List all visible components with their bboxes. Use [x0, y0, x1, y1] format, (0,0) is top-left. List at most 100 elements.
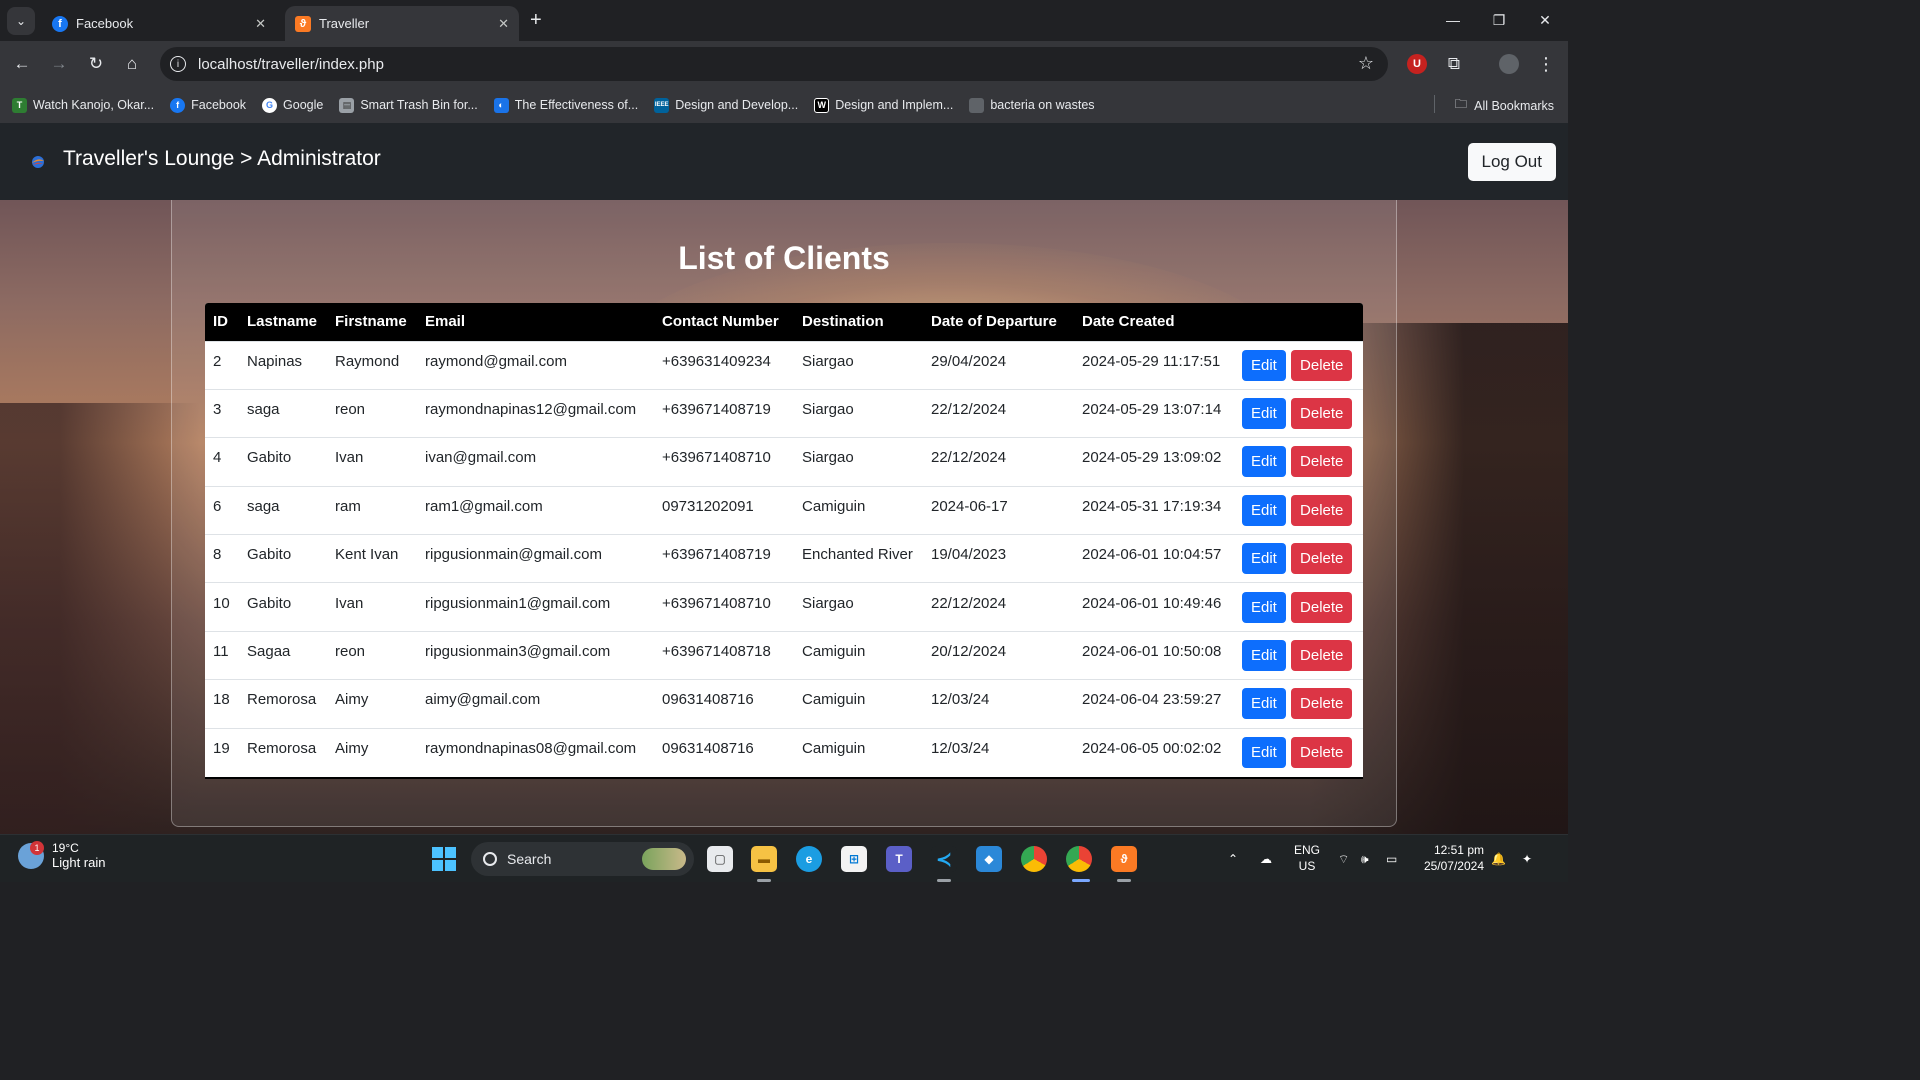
forward-icon[interactable]: → [47, 52, 71, 76]
bookmark-item[interactable]: ▤ Smart Trash Bin for... [339, 97, 478, 113]
cell-created: 2024-05-29 13:07:14 [1074, 388, 1234, 438]
restore-button[interactable]: ❐ [1476, 0, 1522, 40]
bookmark-item[interactable]: IEEE Design and Develop... [654, 97, 798, 113]
close-icon[interactable]: ✕ [255, 16, 266, 32]
edit-button[interactable]: Edit [1242, 640, 1286, 672]
tab-search-button[interactable]: ⌄ [7, 7, 35, 35]
reload-icon[interactable]: ↻ [84, 52, 108, 76]
site-info-icon[interactable]: i [170, 56, 186, 72]
delete-button[interactable]: Delete [1291, 688, 1353, 720]
task-view-icon[interactable]: ▢ [707, 846, 733, 872]
brand-title[interactable]: Traveller's Lounge > Administrator [63, 147, 381, 171]
edit-button[interactable]: Edit [1242, 398, 1286, 430]
logout-button[interactable]: Log Out [1467, 143, 1556, 181]
notification-bell-icon[interactable]: 🔔 [1491, 835, 1506, 883]
bookmark-item[interactable]: T Watch Kanojo, Okar... [12, 97, 154, 113]
delete-button[interactable]: Delete [1291, 640, 1353, 672]
close-window-button[interactable]: ✕ [1522, 0, 1568, 40]
bookmark-item[interactable]: ◐ The Effectiveness of... [493, 97, 638, 113]
edit-button[interactable]: Edit [1242, 591, 1286, 623]
copilot-icon[interactable]: ✦ [1522, 835, 1532, 883]
bookmark-item[interactable]: f Facebook [170, 97, 246, 113]
cell-actions: Edit Delete [1234, 388, 1363, 438]
volume-icon[interactable]: 🕪 [1361, 835, 1369, 883]
app-icon[interactable]: ◆ [976, 846, 1002, 872]
edit-button[interactable]: Edit [1242, 446, 1286, 478]
address-bar[interactable]: i localhost/traveller/index.php ☆ [160, 47, 1388, 81]
cell-actions: Edit Delete [1234, 340, 1363, 390]
email-text: ram1@gmail.com [425, 497, 543, 515]
firstname-text: Raymond [335, 352, 400, 370]
delete-button[interactable]: Delete [1291, 543, 1353, 575]
cloud-rain-icon: 1 [18, 840, 44, 869]
bookmark-label: Smart Trash Bin for... [360, 98, 478, 112]
onedrive-icon[interactable]: ☁ [1260, 835, 1272, 883]
cell-actions: Edit Delete [1234, 437, 1363, 487]
departure-text: 29/04/2024 [931, 352, 1007, 370]
profile-avatar[interactable] [1499, 54, 1519, 74]
departure-text: 22/12/2024 [931, 449, 1007, 467]
edit-button[interactable]: Edit [1242, 688, 1286, 720]
delete-button[interactable]: Delete [1291, 349, 1353, 381]
menu-icon[interactable]: ⋮ [1536, 54, 1556, 74]
system-clock[interactable]: 12:51 pm 25/07/2024 [1424, 842, 1484, 874]
taskbar-search[interactable]: Search [471, 842, 694, 876]
delete-button[interactable]: Delete [1291, 494, 1353, 526]
firstname-text: Aimy [335, 740, 369, 758]
email-text: raymondnapinas12@gmail.com [425, 401, 637, 419]
cell-email: aimy@gmail.com [417, 679, 654, 729]
delete-button[interactable]: Delete [1291, 591, 1353, 623]
cell-id: 6 [205, 485, 239, 535]
chrome-profile-icon[interactable] [1066, 846, 1092, 872]
delete-button[interactable]: Delete [1291, 446, 1353, 478]
back-icon[interactable]: ← [10, 52, 34, 76]
bookmark-item[interactable]: bacteria on wastes [969, 97, 1095, 113]
id-text: 19 [213, 740, 230, 758]
weather-widget[interactable]: 1 19°C Light rain [18, 840, 105, 870]
home-icon[interactable]: ⌂ [120, 52, 144, 76]
language-indicator[interactable]: ENG US [1294, 842, 1320, 874]
minimize-button[interactable]: — [1430, 0, 1476, 40]
firstname-text: Aimy [335, 691, 369, 709]
bookmark-item[interactable]: W Design and Implem... [814, 97, 953, 113]
xampp-icon[interactable]: ϑ [1111, 846, 1137, 872]
contact-text: +639671408710 [662, 449, 771, 467]
vscode-icon[interactable]: ≺ [931, 846, 957, 872]
id-text: 4 [213, 449, 222, 467]
tab-facebook[interactable]: f Facebook ✕ [42, 6, 276, 41]
bookmark-star-icon[interactable]: ☆ [1358, 53, 1374, 74]
wifi-icon[interactable]: ⌔ [1338, 835, 1349, 883]
battery-icon[interactable]: ▭ [1386, 835, 1397, 883]
store-icon[interactable]: ⊞ [841, 846, 867, 872]
contact-text: 09631408716 [662, 691, 754, 709]
edit-button[interactable]: Edit [1242, 737, 1286, 769]
new-tab-button[interactable]: + [530, 9, 542, 32]
ublock-extension-icon[interactable]: U [1407, 54, 1427, 74]
cell-contact: +639671408710 [654, 437, 794, 487]
delete-button[interactable]: Delete [1291, 398, 1353, 430]
tray-overflow-icon[interactable]: ⌃ [1228, 835, 1238, 883]
running-indicator [937, 879, 951, 882]
cell-actions: Edit Delete [1234, 485, 1363, 535]
all-bookmarks-button[interactable]: 🗀 All Bookmarks [1455, 95, 1554, 116]
delete-button[interactable]: Delete [1291, 737, 1353, 769]
edge-icon[interactable]: e [796, 846, 822, 872]
cell-lastname: Gabito [239, 437, 327, 487]
bookmark-item[interactable]: G Google [262, 97, 323, 113]
edit-button[interactable]: Edit [1242, 349, 1286, 381]
start-button[interactable] [432, 847, 456, 871]
cell-actions: Edit Delete [1234, 534, 1363, 583]
file-explorer-icon[interactable]: ▬ [751, 846, 777, 872]
chrome-icon[interactable] [1021, 846, 1047, 872]
teams-icon[interactable]: T [886, 846, 912, 872]
extensions-icon[interactable]: ⧉ [1444, 54, 1464, 74]
close-icon[interactable]: ✕ [498, 16, 509, 32]
tab-traveller[interactable]: ϑ Traveller ✕ [285, 6, 519, 41]
departure-text: 22/12/2024 [931, 401, 1007, 419]
lastname-text: Gabito [247, 594, 292, 612]
edit-button[interactable]: Edit [1242, 543, 1286, 575]
contact-text: +639631409234 [662, 352, 771, 370]
edit-button[interactable]: Edit [1242, 494, 1286, 526]
clock-time: 12:51 pm [1433, 843, 1484, 857]
all-bookmarks-label: All Bookmarks [1474, 98, 1554, 113]
